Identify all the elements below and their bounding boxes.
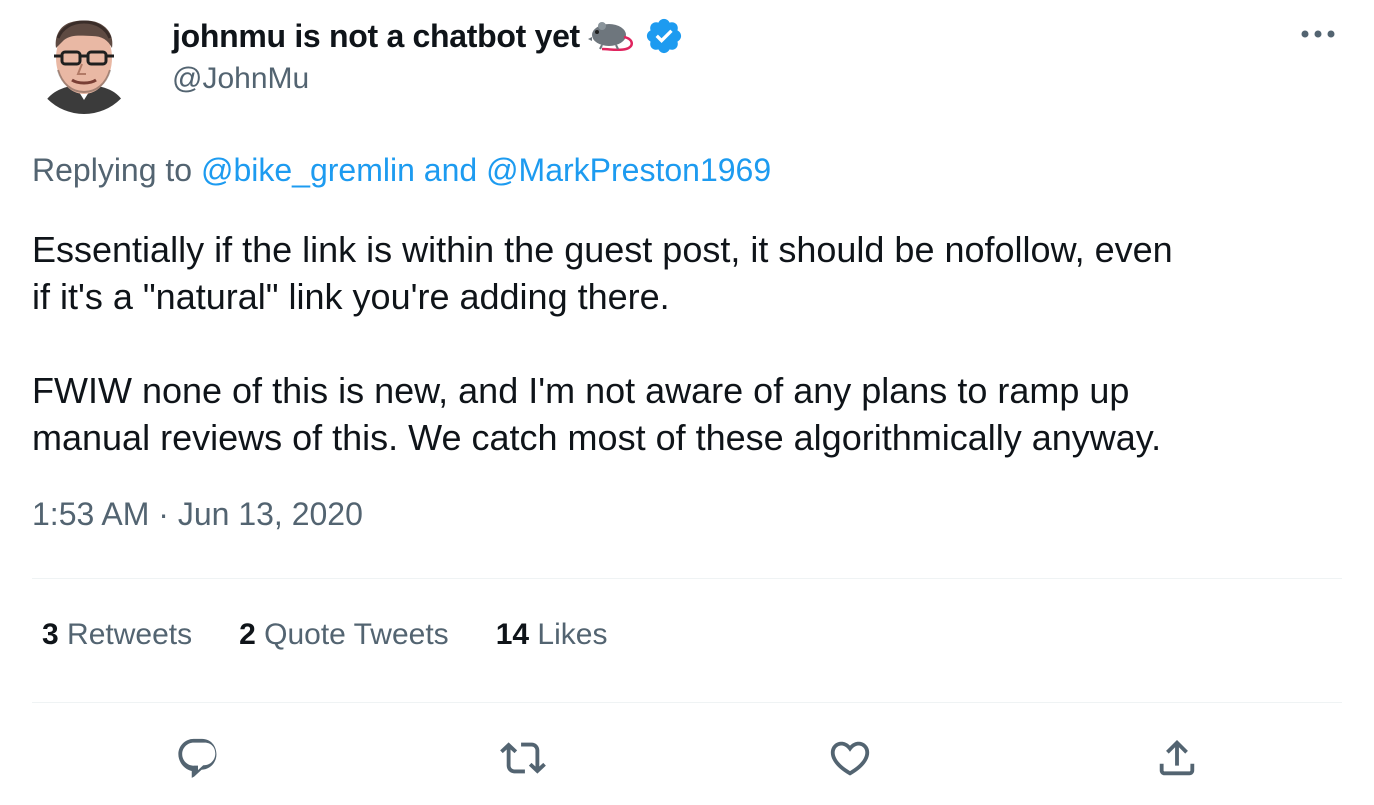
- tweet-paragraph: FWIW none of this is new, and I'm not aw…: [32, 370, 1162, 458]
- timestamp-date[interactable]: Jun 13, 2020: [178, 496, 363, 532]
- like-icon: [827, 735, 873, 786]
- tweet-paragraph: Essentially if the link is within the gu…: [32, 229, 1173, 317]
- replying-to-line: Replying to @bike_gremlin and @MarkPrest…: [32, 152, 771, 189]
- avatar[interactable]: [32, 10, 136, 114]
- retweets-stat[interactable]: 3 Retweets: [42, 618, 192, 652]
- likes-count: 14: [495, 618, 530, 651]
- more-horizontal-icon: [1300, 26, 1336, 44]
- replying-prefix: Replying to: [32, 152, 193, 188]
- avatar-image: [32, 10, 136, 114]
- share-icon: [1154, 735, 1200, 786]
- verified-badge-icon[interactable]: [644, 16, 684, 56]
- divider: [32, 578, 1342, 579]
- share-button[interactable]: [1149, 732, 1205, 788]
- reply-mention-bike-gremlin[interactable]: @bike_gremlin: [201, 152, 415, 188]
- likes-label: Likes: [537, 618, 608, 651]
- engagement-stats: 3 Retweets 2 Quote Tweets 14 Likes: [42, 618, 654, 652]
- divider: [32, 702, 1342, 703]
- timestamp-time[interactable]: 1:53 AM: [32, 496, 149, 532]
- retweets-count: 3: [42, 618, 59, 651]
- author-name-row[interactable]: johnmu is not a chatbot yet: [172, 14, 684, 58]
- retweet-icon: [500, 735, 546, 786]
- tweet-timestamp[interactable]: 1:53 AM · Jun 13, 2020: [32, 496, 363, 533]
- reply-icon: [175, 735, 221, 786]
- author-display-name[interactable]: johnmu is not a chatbot yet: [172, 18, 580, 55]
- quote-tweets-label: Quote Tweets: [264, 618, 449, 651]
- replying-conjunction: and: [423, 152, 478, 188]
- author-handle[interactable]: @JohnMu: [172, 62, 309, 96]
- retweets-label: Retweets: [67, 618, 193, 651]
- rat-icon: [587, 19, 638, 53]
- reply-mention-markpreston1969[interactable]: @MarkPreston1969: [486, 152, 771, 188]
- likes-stat[interactable]: 14 Likes: [496, 618, 608, 652]
- like-button[interactable]: [822, 732, 878, 788]
- timestamp-separator: ·: [158, 496, 169, 532]
- quote-tweets-stat[interactable]: 2 Quote Tweets: [239, 618, 449, 652]
- more-options-button[interactable]: [1296, 18, 1340, 52]
- reply-button[interactable]: [170, 732, 226, 788]
- quote-tweets-count: 2: [239, 618, 256, 651]
- retweet-button[interactable]: [495, 732, 551, 788]
- tweet-text: Essentially if the link is within the gu…: [32, 226, 1342, 461]
